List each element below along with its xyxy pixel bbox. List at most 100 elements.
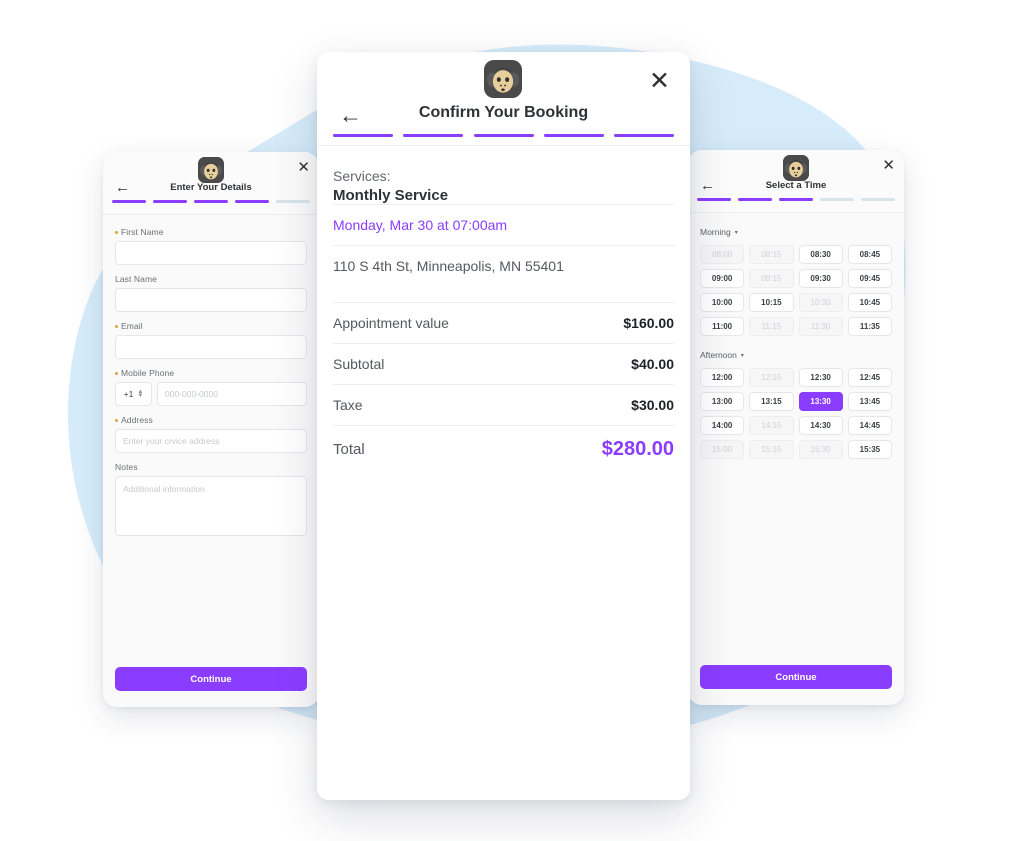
time-slot: 15:30 bbox=[798, 440, 843, 459]
mobile-phone-input[interactable] bbox=[157, 382, 307, 406]
required-dot-icon bbox=[115, 230, 118, 234]
summary-row: Taxe $30.00 bbox=[333, 384, 674, 425]
required-dot-icon bbox=[115, 371, 118, 375]
total-label: Total bbox=[333, 441, 365, 458]
time-slot[interactable]: 13:00 bbox=[700, 392, 745, 411]
summary-row-label: Appointment value bbox=[333, 315, 449, 331]
time-slot[interactable]: 09:30 bbox=[798, 269, 843, 288]
time-slot[interactable]: 10:15 bbox=[749, 293, 794, 312]
field-notes: Notes bbox=[115, 462, 307, 541]
booking-summary: Services: Monthly Service Monday, Mar 30… bbox=[317, 146, 690, 800]
time-slot: 15:00 bbox=[700, 440, 745, 459]
summary-row: Appointment value $160.00 bbox=[333, 302, 674, 343]
summary-row-value: $30.00 bbox=[631, 397, 674, 413]
gorilla-logo-icon bbox=[484, 60, 522, 98]
time-slot[interactable]: 14:30 bbox=[798, 416, 843, 435]
progress-step bbox=[333, 134, 393, 137]
time-slot: 14:15 bbox=[749, 416, 794, 435]
progress-step bbox=[153, 200, 187, 203]
time-slot: 10:30 bbox=[798, 293, 843, 312]
time-slot[interactable]: 15:35 bbox=[847, 440, 892, 459]
time-slots-container: Morning ▾ 08:00 08:15 08:30 08:45 09:00 09:15 09… bbox=[688, 213, 904, 665]
slot-group-toggle-afternoon[interactable]: Afternoon ▾ bbox=[700, 350, 744, 360]
address-input[interactable] bbox=[115, 429, 307, 453]
time-slot[interactable]: 13:45 bbox=[847, 392, 892, 411]
gorilla-logo-icon bbox=[198, 157, 224, 183]
close-icon[interactable]: ✕ bbox=[649, 69, 670, 94]
progress-step bbox=[779, 198, 813, 201]
page-title: Select a Time bbox=[765, 180, 827, 191]
country-code-stepper[interactable]: +1 ▲ ▼ bbox=[115, 382, 153, 406]
progress-step bbox=[697, 198, 731, 201]
time-slot: 15:15 bbox=[749, 440, 794, 459]
continue-button[interactable]: Continue bbox=[700, 665, 892, 689]
total-row: Total $280.00 bbox=[333, 425, 674, 473]
time-slot: 09:15 bbox=[749, 269, 794, 288]
card-header: ✕ ← Select a Time bbox=[688, 150, 904, 213]
slot-group-toggle-morning[interactable]: Morning ▾ bbox=[700, 227, 738, 237]
service-name: Monthly Service bbox=[333, 187, 449, 204]
time-slot[interactable]: 09:45 bbox=[847, 269, 892, 288]
time-slot: 08:00 bbox=[700, 245, 745, 264]
progress-step bbox=[112, 200, 146, 203]
card-header: ✕ ← Enter Your Details bbox=[103, 152, 319, 215]
time-slot[interactable]: 09:00 bbox=[700, 269, 745, 288]
mobile-phone-label: Mobile Phone bbox=[115, 368, 307, 378]
time-slot[interactable]: 12:00 bbox=[700, 368, 745, 387]
summary-row: Subtotal $40.00 bbox=[333, 343, 674, 384]
chevron-down-icon: ▾ bbox=[734, 229, 738, 236]
required-dot-icon bbox=[115, 324, 118, 328]
email-label: Email bbox=[115, 321, 307, 331]
details-form: First Name Last Name Email Mobile Phone bbox=[103, 215, 319, 667]
close-icon[interactable]: ✕ bbox=[882, 158, 895, 173]
summary-row-value: $40.00 bbox=[631, 356, 674, 372]
progress-step bbox=[194, 200, 228, 203]
continue-button[interactable]: Continue bbox=[115, 667, 307, 691]
summary-row-value: $160.00 bbox=[623, 315, 674, 331]
first-name-input[interactable] bbox=[115, 241, 307, 265]
time-slot: 11:30 bbox=[798, 317, 843, 336]
required-dot-icon bbox=[115, 418, 118, 422]
close-icon[interactable]: ✕ bbox=[297, 160, 310, 175]
progress-steps bbox=[103, 200, 319, 203]
progress-step bbox=[738, 198, 772, 201]
time-slot: 12:15 bbox=[749, 368, 794, 387]
chevron-down-icon: ▾ bbox=[740, 352, 744, 359]
email-input[interactable] bbox=[115, 335, 307, 359]
last-name-input[interactable] bbox=[115, 288, 307, 312]
card-footer: Continue bbox=[688, 665, 904, 705]
field-mobile-phone: Mobile Phone +1 ▲ ▼ bbox=[115, 368, 307, 406]
last-name-label: Last Name bbox=[115, 274, 158, 284]
time-slot[interactable]: 11:00 bbox=[700, 317, 745, 336]
field-email: Email bbox=[115, 321, 307, 359]
time-slot[interactable]: 13:15 bbox=[749, 392, 794, 411]
time-slot[interactable]: 12:30 bbox=[798, 368, 843, 387]
time-slot[interactable]: 14:00 bbox=[700, 416, 745, 435]
booking-datetime: Monday, Mar 30 at 07:00am bbox=[333, 217, 508, 233]
page-title: Enter Your Details bbox=[170, 182, 252, 193]
progress-steps bbox=[317, 134, 690, 137]
time-slot[interactable]: 08:45 bbox=[847, 245, 892, 264]
notes-textarea[interactable] bbox=[115, 476, 307, 536]
time-slot[interactable]: 13:30 bbox=[798, 392, 843, 411]
select-a-time-card: ✕ ← Select a Time Morning ▾ 08:00 08:15 08:3… bbox=[688, 150, 904, 705]
summary-lines: Appointment value $160.00 Subtotal $40.00 Ta… bbox=[333, 302, 674, 425]
progress-step bbox=[820, 198, 854, 201]
notes-label: Notes bbox=[115, 462, 138, 472]
progress-step bbox=[403, 134, 464, 137]
slot-group-label: Morning bbox=[700, 227, 731, 237]
field-last-name: Last Name bbox=[115, 274, 307, 312]
time-slot[interactable]: 08:30 bbox=[798, 245, 843, 264]
summary-row-label: Taxe bbox=[333, 397, 363, 413]
field-first-name: First Name bbox=[115, 227, 307, 265]
time-slot[interactable]: 11:35 bbox=[847, 317, 892, 336]
time-slot[interactable]: 12:45 bbox=[847, 368, 892, 387]
address-label: Address bbox=[115, 415, 307, 425]
progress-step bbox=[614, 134, 674, 137]
time-slot[interactable]: 10:00 bbox=[700, 293, 745, 312]
stepper-arrows-icon: ▲ ▼ bbox=[137, 388, 144, 399]
progress-step bbox=[276, 200, 310, 203]
time-slot[interactable]: 14:45 bbox=[847, 416, 892, 435]
time-slot[interactable]: 10:45 bbox=[847, 293, 892, 312]
gorilla-logo-icon bbox=[783, 155, 809, 181]
